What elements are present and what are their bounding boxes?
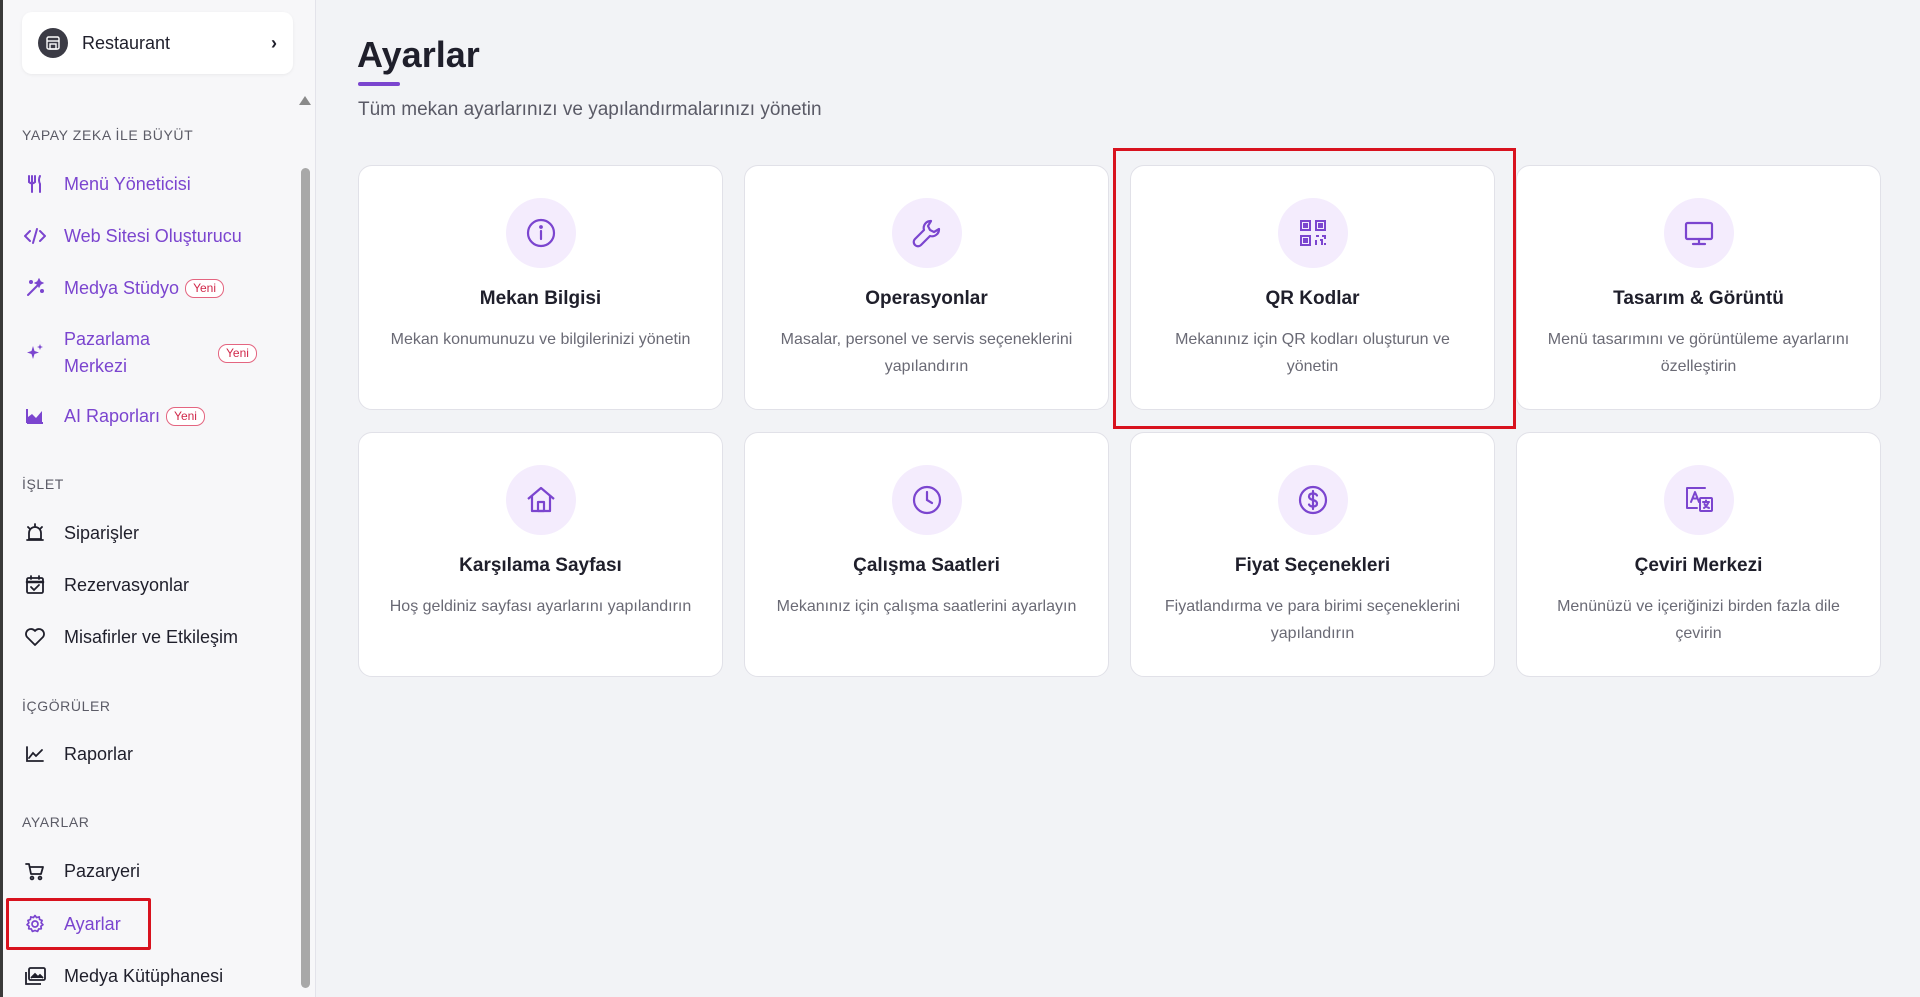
card-description: Mekanınız için QR kodları oluşturun ve y…: [1175, 331, 1450, 375]
magic-wand-icon: [22, 275, 48, 301]
settings-card-venue-info[interactable]: Mekan Bilgisi Mekan konumunuzu ve bilgil…: [358, 165, 723, 410]
new-badge: Yeni: [166, 406, 205, 426]
card-description: Menünüzü ve içeriğinizi birden fazla dil…: [1557, 598, 1840, 642]
sidebar-item-label: Pazarlama: [64, 329, 151, 349]
monitor-icon: [1664, 198, 1734, 268]
page-subtitle: Tüm mekan ayarlarınızı ve yapılandırmala…: [358, 99, 822, 120]
gear-icon: [22, 911, 48, 937]
sidebar-item-media-studio[interactable]: Medya Stüdyo Yeni: [18, 266, 286, 310]
translate-icon: [1664, 465, 1734, 535]
section-label-ai: YAPAY ZEKA İLE BÜYÜT: [22, 127, 194, 143]
sidebar-item-ai-reports[interactable]: AI Raporları Yeni: [18, 394, 286, 438]
card-title: Tasarım & Görüntü: [1613, 288, 1784, 309]
venue-switcher[interactable]: Restaurant ›: [22, 12, 293, 74]
info-icon: [506, 198, 576, 268]
card-description: Hoş geldiniz sayfası ayarlarını yapıland…: [389, 598, 692, 615]
card-description: Mekanınız için çalışma saatlerini ayarla…: [776, 598, 1077, 615]
sidebar-item-reports[interactable]: Raporlar: [18, 732, 286, 776]
sidebar-item-label: Medya Kütüphanesi: [64, 965, 224, 986]
sidebar-item-label: Misafirler ve Etkileşim: [64, 626, 239, 647]
new-badge: Yeni: [218, 343, 257, 363]
card-description: Mekan konumunuzu ve bilgilerinizi yöneti…: [390, 331, 691, 348]
store-icon: [38, 28, 68, 58]
sidebar-item-guests[interactable]: Misafirler ve Etkileşim: [18, 615, 286, 659]
card-description: Fiyatlandırma ve para birimi seçenekleri…: [1164, 598, 1461, 642]
sidebar-item-label: Ayarlar: [64, 913, 121, 934]
qr-code-icon: [1278, 198, 1348, 268]
card-description: Menü tasarımını ve görüntüleme ayarların…: [1547, 331, 1850, 375]
sidebar: Restaurant › YAPAY ZEKA İLE BÜYÜT Menü Y…: [0, 0, 316, 997]
sidebar-item-label: Rezervasyonlar: [64, 574, 190, 595]
sidebar-item-marketplace[interactable]: Pazaryeri: [18, 849, 286, 893]
sidebar-scrollbar[interactable]: [301, 168, 310, 988]
images-icon: [22, 963, 48, 989]
chevron-right-icon: ›: [271, 32, 277, 53]
settings-card-translation-center[interactable]: Çeviri Merkezi Menünüzü ve içeriğinizi b…: [1516, 432, 1881, 677]
utensils-icon: [22, 171, 48, 197]
sidebar-item-label: Medya Stüdyo: [64, 277, 180, 298]
sidebar-item-media-library[interactable]: Medya Kütüphanesi: [18, 954, 286, 997]
shopping-cart-icon: [22, 858, 48, 884]
scroll-up-arrow[interactable]: [299, 96, 311, 105]
sidebar-item-label: Siparişler: [64, 522, 140, 543]
settings-card-working-hours[interactable]: Çalışma Saatleri Mekanınız için çalışma …: [744, 432, 1109, 677]
venue-name: Restaurant: [82, 32, 171, 53]
alarm-bell-icon: [22, 520, 48, 546]
section-label-settings: AYARLAR: [22, 814, 90, 830]
settings-card-design-display[interactable]: Tasarım & Görüntü Menü tasarımını ve gör…: [1516, 165, 1881, 410]
sidebar-item-label: Menü Yöneticisi: [64, 173, 191, 194]
sidebar-item-orders[interactable]: Siparişler: [18, 511, 286, 555]
card-title: Karşılama Sayfası: [459, 555, 622, 576]
title-underline: [358, 82, 400, 86]
new-badge: Yeni: [185, 278, 224, 298]
heart-icon: [22, 624, 48, 650]
sidebar-item-label: Raporlar: [64, 743, 134, 764]
wrench-icon: [892, 198, 962, 268]
home-icon: [506, 465, 576, 535]
window-edge: [0, 0, 3, 997]
sidebar-item-website-builder[interactable]: Web Sitesi Oluşturucu: [18, 214, 286, 258]
sidebar-item-marketing-center[interactable]: Pazarlama Merkezi Yeni: [18, 324, 286, 382]
area-chart-icon: [22, 403, 48, 429]
sidebar-item-settings[interactable]: Ayarlar: [18, 902, 286, 946]
sidebar-item-label: Merkezi: [64, 356, 128, 376]
sidebar-item-label: AI Raporları: [64, 405, 161, 426]
clock-icon: [892, 465, 962, 535]
sidebar-item-label-group: Pazarlama Merkezi: [64, 326, 212, 380]
card-title: Çalışma Saatleri: [853, 555, 1000, 576]
card-title: QR Kodlar: [1265, 288, 1360, 309]
sidebar-item-label: Web Sitesi Oluşturucu: [64, 225, 242, 246]
card-title: Mekan Bilgisi: [479, 288, 602, 309]
card-title: Çeviri Merkezi: [1634, 555, 1763, 576]
card-title: Operasyonlar: [865, 288, 988, 309]
calendar-check-icon: [22, 572, 48, 598]
card-title: Fiyat Seçenekleri: [1234, 555, 1391, 576]
dollar-icon: [1278, 465, 1348, 535]
page-title: Ayarlar: [357, 34, 480, 75]
card-description: Masalar, personel ve servis seçeneklerin…: [780, 331, 1073, 375]
section-label-operate: İŞLET: [22, 476, 64, 492]
sparkles-icon: [22, 340, 48, 366]
sidebar-item-menu-manager[interactable]: Menü Yöneticisi: [18, 162, 286, 206]
main-content: Ayarlar Tüm mekan ayarlarınızı ve yapıla…: [316, 0, 1920, 997]
sidebar-item-label: Pazaryeri: [64, 860, 141, 881]
section-label-insights: İÇGÖRÜLER: [22, 698, 111, 714]
settings-card-welcome-page[interactable]: Karşılama Sayfası Hoş geldiniz sayfası a…: [358, 432, 723, 677]
code-icon: [22, 223, 48, 249]
settings-card-price-options[interactable]: Fiyat Seçenekleri Fiyatlandırma ve para …: [1130, 432, 1495, 677]
settings-card-operations[interactable]: Operasyonlar Masalar, personel ve servis…: [744, 165, 1109, 410]
sidebar-item-reservations[interactable]: Rezervasyonlar: [18, 563, 286, 607]
settings-card-qr-codes[interactable]: QR Kodlar Mekanınız için QR kodları oluş…: [1130, 165, 1495, 410]
line-chart-icon: [22, 741, 48, 767]
